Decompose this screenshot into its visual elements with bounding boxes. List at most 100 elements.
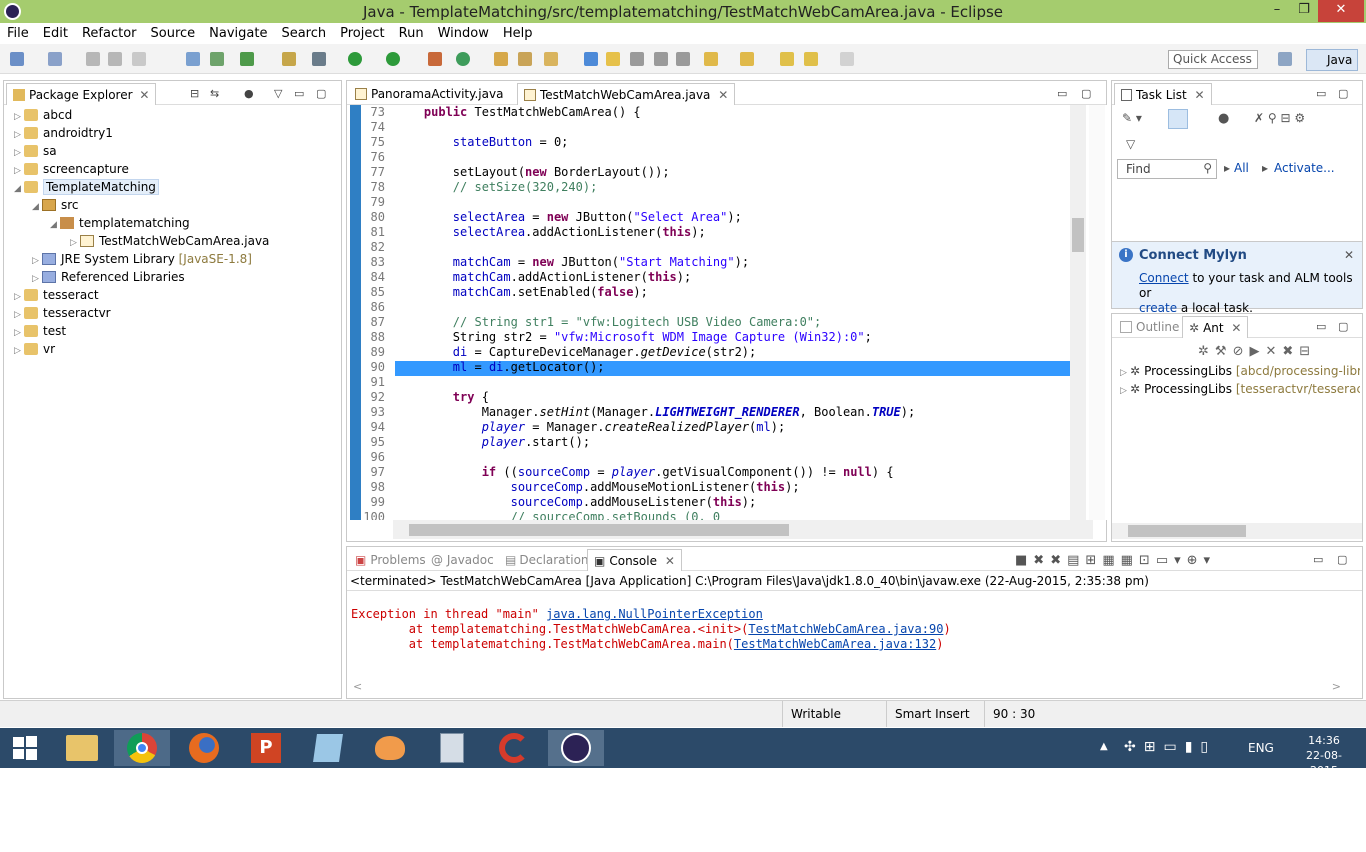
tree-item[interactable]: ◢ src [4, 196, 341, 214]
collapse-all-icon[interactable]: ⊟ [190, 87, 199, 100]
horizontal-scroll-thumb[interactable] [409, 524, 789, 536]
clear-console-icon[interactable]: ▤ [1067, 553, 1085, 568]
menu-help[interactable]: Help [496, 26, 540, 41]
tab-task-list[interactable]: Task List ✕ [1114, 83, 1212, 105]
minimize-view-icon[interactable]: ▭ [294, 87, 304, 100]
new-class-icon[interactable] [282, 52, 296, 66]
maximize-view-icon[interactable]: ▢ [1338, 87, 1348, 100]
console-output[interactable]: Exception in thread "main" java.lang.Nul… [351, 592, 951, 652]
import-icon[interactable] [186, 52, 200, 66]
close-icon[interactable]: ✕ [665, 554, 675, 568]
ccleaner-button[interactable] [486, 730, 542, 766]
all-link[interactable]: All [1234, 161, 1249, 175]
mark-occurrences-icon[interactable] [606, 52, 620, 66]
menu-project[interactable]: Project [333, 26, 391, 41]
file-explorer-button[interactable] [54, 730, 110, 766]
save-all-icon[interactable] [108, 52, 122, 66]
show-on-output-icon[interactable]: ▦ [1102, 553, 1120, 568]
horizontal-scrollbar[interactable]: < > [347, 680, 1347, 696]
stack-trace-link[interactable]: TestMatchWebCamArea.java:132 [734, 637, 936, 651]
tree-item[interactable]: ▷ androidtry1 [4, 124, 341, 142]
tree-item[interactable]: ▷ TestMatchWebCamArea.java [4, 232, 341, 250]
console-toolbar[interactable]: ■✖✖▤⊞▦▦⊡▭▾⊕▾ [1015, 553, 1216, 568]
task-icon[interactable] [240, 52, 254, 66]
scroll-left-icon[interactable]: < [353, 680, 362, 693]
display-icon[interactable]: ▭ [1163, 739, 1184, 755]
search-tool-icon[interactable] [544, 52, 558, 66]
tab-outline[interactable]: Outline [1114, 316, 1185, 338]
code-area[interactable]: 73 public TestMatchWebCamArea() {74 75 st… [347, 105, 1108, 520]
display-console-icon[interactable]: ▭▾ [1156, 553, 1187, 568]
language-indicator[interactable]: ENG [1248, 741, 1274, 755]
tree-item[interactable]: ▷ JRE System Library [JavaSE-1.8] [4, 250, 341, 268]
minimize-view-icon[interactable]: ▭ [1313, 553, 1323, 566]
menu-run[interactable]: Run [392, 26, 431, 41]
close-button[interactable]: ✕ [1318, 0, 1364, 22]
stack-trace-link[interactable]: TestMatchWebCamArea.java:90 [748, 622, 943, 636]
tab-testmatchwebcamarea[interactable]: TestMatchWebCamArea.java ✕ [517, 83, 736, 105]
view-menu-icon[interactable]: ▽ [1126, 137, 1135, 151]
close-icon[interactable]: ✕ [718, 88, 728, 102]
find-input[interactable]: Find ⚲ [1117, 159, 1217, 179]
focus-icon[interactable]: ● [1218, 111, 1229, 126]
tree-item[interactable]: ◢ templatematching [4, 214, 341, 232]
menu-edit[interactable]: Edit [36, 26, 75, 41]
save-icon[interactable] [86, 52, 100, 66]
tab-problems[interactable]: ▣ Problems [349, 549, 432, 571]
hide-internal-icon[interactable]: ⊘ [1233, 344, 1250, 359]
close-icon[interactable]: ✕ [1231, 321, 1241, 335]
maximize-view-icon[interactable]: ▢ [1337, 553, 1347, 566]
search-buildfile-icon[interactable]: ⚒ [1215, 344, 1233, 359]
external-tools-icon[interactable] [428, 52, 442, 66]
menu-navigate[interactable]: Navigate [202, 26, 274, 41]
java-perspective-button[interactable]: Java [1306, 49, 1358, 71]
menu-search[interactable]: Search [274, 26, 333, 41]
expand-icon[interactable]: ▷ [14, 342, 24, 360]
tree-item[interactable]: ◢ TemplateMatching [4, 178, 341, 196]
tab-javadoc[interactable]: @ Javadoc [425, 549, 500, 571]
open-type-icon[interactable] [456, 52, 470, 66]
tab-console[interactable]: ▣ Console ✕ [587, 549, 682, 571]
new-task-icon[interactable]: ✎ ▾ [1122, 111, 1142, 125]
horizontal-scroll-thumb[interactable] [1128, 525, 1246, 537]
close-icon[interactable]: ✕ [1344, 248, 1354, 262]
pin-console-icon[interactable]: ⊡ [1139, 553, 1156, 568]
restore-button[interactable]: ❐ [1290, 0, 1318, 22]
menu-window[interactable]: Window [431, 26, 496, 41]
remove-launch-icon[interactable]: ✖ [1033, 553, 1050, 568]
quick-access-input[interactable]: Quick Access [1168, 50, 1258, 69]
open-folder-icon[interactable] [494, 52, 508, 66]
firefox-button[interactable] [176, 730, 232, 766]
tab-panorama-activity[interactable]: PanoramaActivity.java [349, 83, 509, 105]
sync-icon[interactable]: ✣ [1124, 739, 1144, 755]
vertical-scrollbar[interactable] [1070, 105, 1086, 520]
calculator-button[interactable] [424, 730, 480, 766]
collapse-all-icon[interactable]: ⊟ [1299, 344, 1316, 359]
activate-link[interactable]: Activate... [1274, 161, 1335, 175]
tree-item[interactable]: ▷ tesseract [4, 286, 341, 304]
notepad-button[interactable] [300, 730, 356, 766]
remove-all-launches-icon[interactable]: ✖ [1050, 553, 1067, 568]
close-icon[interactable]: ✕ [139, 88, 149, 102]
categorized-icon[interactable] [1168, 109, 1188, 129]
show-hidden-icons[interactable]: ▲ [1100, 741, 1108, 752]
tab-package-explorer[interactable]: Package Explorer ✕ [6, 83, 157, 105]
battery-icon[interactable]: ▯ [1200, 739, 1216, 755]
action-center-icon[interactable]: ⊞ [1144, 739, 1164, 755]
tree-item[interactable]: ▷ vr [4, 340, 341, 358]
expand-icon[interactable]: ▷ [1120, 382, 1130, 398]
tree-item[interactable]: ▷ sa [4, 142, 341, 160]
minimize-view-icon[interactable]: ▭ [1057, 87, 1067, 100]
powerpoint-button[interactable]: P [238, 730, 294, 766]
tree-item[interactable]: ▷ test [4, 322, 341, 340]
eclipse-button[interactable] [548, 730, 604, 766]
start-button[interactable] [0, 730, 50, 766]
connect-link[interactable]: Connect [1139, 271, 1189, 285]
focus-icon[interactable]: ● [244, 87, 254, 100]
previous-annotation-icon[interactable] [740, 52, 754, 66]
last-edit-icon[interactable] [780, 52, 794, 66]
new-icon[interactable] [10, 52, 24, 66]
tab-declaration[interactable]: ▤ Declaration [499, 549, 595, 571]
add-buildfile-icon[interactable]: ✲ [1198, 344, 1215, 359]
menu-source[interactable]: Source [144, 26, 203, 41]
